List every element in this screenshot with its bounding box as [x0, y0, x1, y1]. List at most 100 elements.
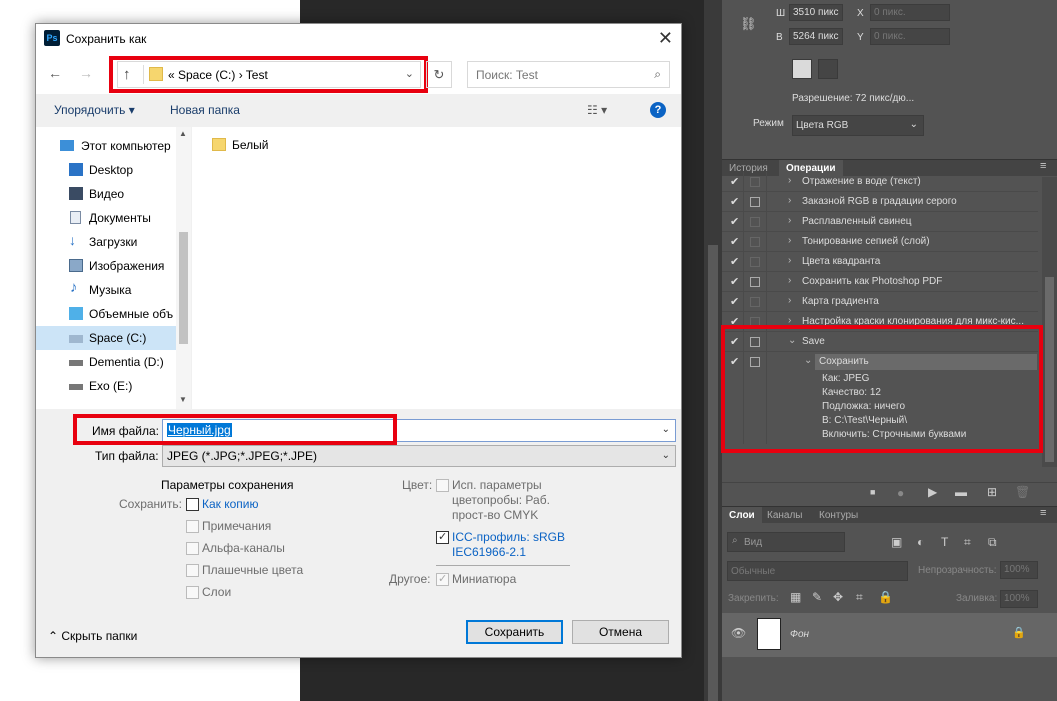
blend-mode-select[interactable]: Обычные — [727, 561, 908, 581]
dialog-toggle-icon[interactable] — [750, 297, 760, 307]
chevron-right-icon[interactable]: › — [788, 255, 791, 266]
type-filter-icon[interactable]: T — [941, 535, 948, 549]
cancel-button[interactable]: Отмена — [572, 620, 669, 644]
as-copy-checkbox[interactable] — [186, 498, 199, 511]
icc-profile-label[interactable]: IEC61966-2.1 — [452, 545, 526, 559]
height-field[interactable]: 5264 пикс — [789, 28, 843, 45]
adjustment-filter-icon[interactable]: ◐ — [917, 535, 924, 549]
tab-paths[interactable]: Контуры — [812, 507, 865, 524]
eye-icon[interactable]: 👁 — [731, 626, 746, 640]
trash-icon[interactable]: 🗑 — [1015, 485, 1030, 499]
action-row[interactable]: ✔ › Сохранить как Photoshop PDF — [722, 272, 1038, 292]
chevron-down-icon[interactable]: ⌄ — [662, 450, 670, 461]
action-row[interactable]: ✔ › Цвета квадранта — [722, 252, 1038, 272]
chevron-right-icon[interactable]: › — [788, 295, 791, 306]
check-icon[interactable]: ✔ — [730, 275, 739, 288]
tab-layers[interactable]: Слои — [722, 507, 762, 524]
link-icon[interactable]: ⛓ — [740, 16, 757, 32]
dialog-toggle-icon[interactable] — [750, 177, 760, 187]
shape-filter-icon[interactable]: ⌗ — [964, 535, 971, 550]
canvas-scrollbar-thumb[interactable] — [708, 245, 718, 701]
chevron-right-icon[interactable]: › — [788, 275, 791, 286]
save-button[interactable]: Сохранить — [466, 620, 563, 644]
tree-item-video[interactable]: Видео — [36, 182, 176, 206]
fill-field[interactable]: 100% — [1000, 590, 1038, 608]
check-icon[interactable]: ✔ — [730, 255, 739, 268]
tree-item-images[interactable]: Изображения — [36, 254, 176, 278]
folder-icon[interactable]: ▬ — [955, 485, 967, 499]
help-icon[interactable]: ? — [650, 102, 666, 118]
dialog-toggle-icon[interactable] — [750, 197, 760, 207]
chevron-right-icon[interactable]: › — [788, 215, 791, 226]
layer-filter-select[interactable]: ⌕ Вид — [727, 532, 845, 552]
hide-folders-button[interactable]: ⌃ Скрыть папки — [48, 629, 137, 643]
icc-profile-label[interactable]: ICC-профиль: sRGB — [452, 530, 565, 544]
landscape-orientation-button[interactable] — [818, 59, 838, 79]
scroll-up-icon[interactable]: ▲ — [179, 129, 187, 138]
dialog-toggle-icon[interactable] — [750, 237, 760, 247]
lock-position-icon[interactable]: ✥ — [833, 590, 843, 604]
organize-button[interactable]: Упорядочить ▾ — [54, 103, 135, 117]
action-row[interactable]: ✔ › Отражение в воде (текст) — [722, 172, 1038, 192]
lock-artboard-icon[interactable]: ⌗ — [856, 590, 863, 605]
width-field[interactable]: 3510 пикс — [789, 4, 843, 21]
panel-menu-icon[interactable]: ≡ — [1040, 507, 1046, 519]
thumbnail-checkbox[interactable]: ✓ — [436, 573, 449, 586]
alpha-checkbox[interactable] — [186, 542, 199, 555]
action-row[interactable]: ✔ › Заказной RGB в градации серого — [722, 192, 1038, 212]
opacity-field[interactable]: 100% — [1000, 561, 1038, 579]
chevron-right-icon[interactable]: › — [788, 235, 791, 246]
action-row[interactable]: ✔ › Карта градиента — [722, 292, 1038, 312]
tree-scrollbar[interactable]: ▲ ▼ — [176, 127, 191, 409]
tree-item-this-pc[interactable]: Этот компьютер — [36, 134, 176, 158]
tree-item-exo-e[interactable]: Exo (E:) — [36, 374, 176, 398]
dialog-toggle-icon[interactable] — [750, 257, 760, 267]
actions-scrollbar[interactable] — [1042, 177, 1057, 467]
new-action-icon[interactable]: ⊞ — [987, 485, 997, 499]
icc-profile-checkbox[interactable]: ✓ — [436, 531, 449, 544]
tree-item-space-c[interactable]: Space (C:) — [36, 326, 176, 350]
smart-object-filter-icon[interactable]: ⧉ — [988, 535, 997, 550]
dialog-toggle-icon[interactable] — [750, 217, 760, 227]
check-icon[interactable]: ✔ — [730, 195, 739, 208]
file-item[interactable]: Белый — [212, 135, 332, 155]
back-arrow-icon[interactable]: ← — [48, 65, 62, 81]
notes-checkbox[interactable] — [186, 520, 199, 533]
tree-item-music[interactable]: ♪ Музыка — [36, 278, 176, 302]
record-icon[interactable]: ● — [897, 486, 904, 500]
filetype-select[interactable]: JPEG (*.JPG;*.JPEG;*.JPE) ⌄ — [162, 445, 676, 467]
pixel-filter-icon[interactable]: ▣ — [891, 535, 902, 549]
play-icon[interactable]: ▶ — [928, 485, 937, 499]
spot-colors-checkbox[interactable] — [186, 564, 199, 577]
tree-item-3d-objects[interactable]: Объемные объ — [36, 302, 176, 326]
layers-checkbox[interactable] — [186, 586, 199, 599]
dialog-toggle-icon[interactable] — [750, 277, 760, 287]
tree-item-downloads[interactable]: ↓ Загрузки — [36, 230, 176, 254]
y-field[interactable]: 0 пикс. — [870, 28, 950, 45]
chevron-right-icon[interactable]: › — [788, 195, 791, 206]
tree-item-dementia-d[interactable]: Dementia (D:) — [36, 350, 176, 374]
mode-select[interactable]: Цвета RGB ⌄ — [792, 115, 924, 136]
scroll-down-icon[interactable]: ▼ — [179, 395, 187, 404]
action-row[interactable]: ✔ › Тонирование сепией (слой) — [722, 232, 1038, 252]
tree-item-documents[interactable]: Документы — [36, 206, 176, 230]
action-row[interactable]: ✔ › Расплавленный свинец — [722, 212, 1038, 232]
check-icon[interactable]: ✔ — [730, 215, 739, 228]
forward-arrow-icon[interactable]: → — [79, 65, 93, 81]
tab-channels[interactable]: Каналы — [760, 507, 810, 524]
check-icon[interactable]: ✔ — [730, 235, 739, 248]
as-copy-label[interactable]: Как копию — [202, 497, 259, 511]
tree-item-desktop[interactable]: Desktop — [36, 158, 176, 182]
new-folder-button[interactable]: Новая папка — [170, 103, 240, 117]
portrait-orientation-button[interactable] — [792, 59, 812, 79]
lock-transparent-icon[interactable]: ▦ — [790, 590, 801, 604]
chevron-right-icon[interactable]: › — [788, 175, 791, 186]
proof-setup-checkbox[interactable] — [436, 479, 449, 492]
refresh-icon[interactable]: ↻ — [426, 61, 452, 88]
check-icon[interactable]: ✔ — [730, 175, 739, 188]
check-icon[interactable]: ✔ — [730, 295, 739, 308]
close-icon[interactable]: ✕ — [658, 28, 673, 49]
lock-pixels-icon[interactable]: ✎ — [812, 590, 822, 604]
panel-menu-icon[interactable]: ≡ — [1040, 160, 1046, 172]
chevron-down-icon[interactable]: ⌄ — [662, 424, 670, 435]
